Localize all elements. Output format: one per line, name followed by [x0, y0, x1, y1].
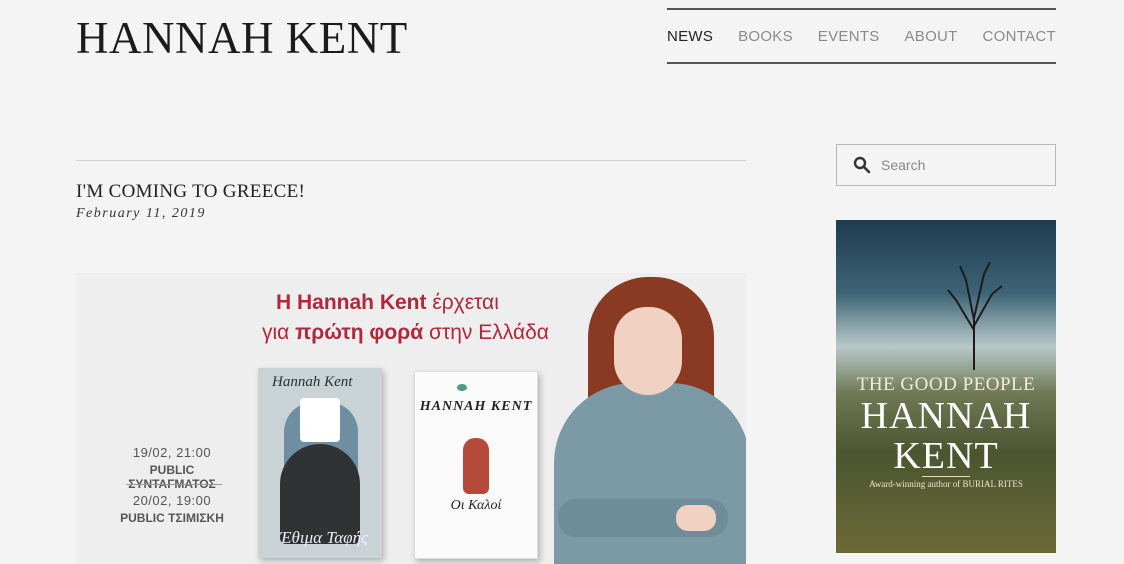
- subheadline-pre: για: [262, 321, 296, 344]
- book-cover-good-people: HANNAH KENT Οι Καλοί: [414, 371, 538, 559]
- event-divider: [126, 484, 222, 485]
- book2-title: Οι Καλοί: [450, 498, 502, 513]
- headline-rest: έρχεται: [432, 291, 499, 314]
- author-photo-hand: [676, 505, 716, 531]
- search-icon[interactable]: [853, 156, 871, 174]
- figure-shirt: [300, 398, 340, 442]
- nav-item-events[interactable]: EVENTS: [818, 28, 880, 45]
- leaf-icon: [457, 384, 467, 391]
- ad-divider: [922, 476, 970, 477]
- ad-author-first: HANNAH: [860, 395, 1032, 437]
- ad-author-name: HANNAH KENT: [836, 396, 1056, 476]
- nav-item-about[interactable]: ABOUT: [904, 28, 957, 45]
- event-1-place: PUBLIC ΣΥΝΤΑΓΜΑΤΟΣ: [128, 463, 216, 491]
- subheadline-post: στην Ελλάδα: [423, 321, 549, 344]
- event-2-place: PUBLIC ΤΣΙΜΙΣΚΗ: [120, 511, 224, 525]
- nav-item-contact[interactable]: CONTACT: [983, 28, 1056, 45]
- site-title[interactable]: HANNAH KENT: [76, 12, 408, 64]
- author-photo-face: [614, 307, 682, 395]
- event-1-time: 19/02, 21:00: [132, 445, 212, 460]
- post-image[interactable]: Η Hannah Kent έρχεται για πρώτη φορά στη…: [76, 273, 746, 564]
- event-2: 20/02, 19:00 PUBLIC ΤΣΙΜΙΣΚΗ: [106, 493, 238, 525]
- image-headline: Η Hannah Kent έρχεται: [276, 291, 499, 315]
- nav-item-books[interactable]: BOOKS: [738, 28, 793, 45]
- nav-item-news[interactable]: NEWS: [667, 28, 713, 45]
- image-subheadline: για πρώτη φορά στην Ελλάδα: [262, 321, 549, 345]
- event-2-time: 20/02, 19:00: [132, 493, 212, 508]
- ad-tagline: Award-winning author of BURIAL RITES: [869, 479, 1023, 489]
- post-title[interactable]: I'M COMING TO GREECE!: [76, 181, 305, 203]
- figure-illustration: [463, 438, 489, 494]
- book-cover-burial-rites: Hannah Kent Έθιμα Ταφής: [258, 368, 382, 558]
- tree-illustration: [947, 261, 1003, 370]
- book1-author: Hannah Kent: [272, 374, 353, 390]
- ad-author-last: KENT: [893, 435, 999, 477]
- book2-author: HANNAH KENT: [419, 399, 533, 414]
- search-input[interactable]: [881, 157, 1041, 173]
- main-nav: NEWS BOOKS EVENTS ABOUT CONTACT: [667, 8, 1056, 64]
- headline-bold: Η Hannah Kent: [276, 291, 427, 314]
- post-date: February 11, 2019: [76, 206, 206, 221]
- book-ad-good-people[interactable]: THE GOOD PEOPLE HANNAH KENT Award-winnin…: [836, 220, 1056, 553]
- search-box: [836, 144, 1056, 186]
- book1-title: Έθιμα Ταφής: [280, 528, 368, 547]
- subheadline-bold: πρώτη φορά: [295, 321, 424, 344]
- ad-book-title: THE GOOD PEOPLE: [856, 374, 1036, 395]
- post-divider: [76, 160, 746, 161]
